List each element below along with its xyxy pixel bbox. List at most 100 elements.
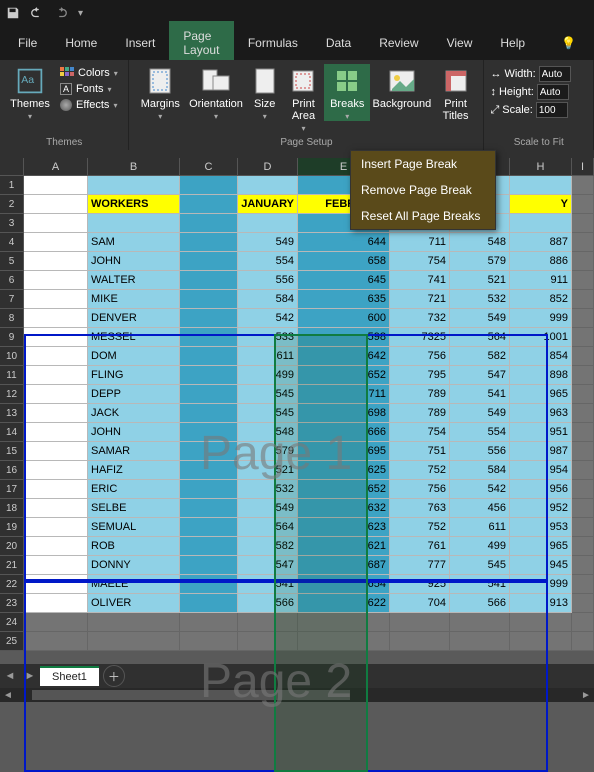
background-button[interactable]: Background [370, 64, 434, 110]
cell[interactable] [24, 385, 88, 404]
cell[interactable] [572, 385, 594, 404]
cell[interactable]: 600 [298, 309, 390, 328]
cell[interactable]: 556 [450, 442, 510, 461]
cell[interactable] [238, 176, 298, 195]
cell[interactable]: 952 [510, 499, 572, 518]
cell[interactable]: 999 [510, 309, 572, 328]
cell[interactable]: WALTER [88, 271, 180, 290]
cell[interactable]: 752 [390, 518, 450, 537]
column-header[interactable]: A [24, 158, 88, 176]
cell[interactable]: Y [510, 195, 572, 214]
cell[interactable] [24, 252, 88, 271]
cell[interactable]: 644 [298, 233, 390, 252]
redo-icon[interactable] [54, 6, 68, 20]
row-header[interactable]: 8 [0, 309, 24, 328]
cell[interactable] [298, 613, 390, 632]
cell[interactable]: 698 [298, 404, 390, 423]
cell[interactable]: 611 [238, 347, 298, 366]
cell[interactable]: 721 [390, 290, 450, 309]
cell[interactable] [180, 195, 238, 214]
cell[interactable] [24, 195, 88, 214]
cell[interactable]: 642 [298, 347, 390, 366]
row-header[interactable]: 1 [0, 176, 24, 195]
cell[interactable] [24, 518, 88, 537]
cell[interactable]: 623 [298, 518, 390, 537]
tell-me-icon[interactable]: 💡 [547, 28, 590, 58]
cell[interactable]: 898 [510, 366, 572, 385]
cell[interactable]: 965 [510, 385, 572, 404]
cell[interactable] [88, 632, 180, 651]
cell[interactable]: 789 [390, 385, 450, 404]
cell[interactable]: 987 [510, 442, 572, 461]
cell[interactable]: 622 [298, 594, 390, 613]
menu-item-home[interactable]: Home [51, 28, 111, 58]
menu-item-insert[interactable]: Insert [111, 28, 169, 58]
cell[interactable] [572, 309, 594, 328]
cell[interactable] [238, 613, 298, 632]
cell[interactable] [510, 176, 572, 195]
cell[interactable]: 556 [238, 271, 298, 290]
cell[interactable]: 911 [510, 271, 572, 290]
cell[interactable]: 566 [238, 594, 298, 613]
row-header[interactable]: 3 [0, 214, 24, 233]
cell[interactable] [24, 442, 88, 461]
cell[interactable] [572, 613, 594, 632]
row-header[interactable]: 23 [0, 594, 24, 613]
cell[interactable]: 711 [298, 385, 390, 404]
cell[interactable] [180, 252, 238, 271]
cell[interactable]: 789 [390, 404, 450, 423]
menu-item-help[interactable]: Help [486, 28, 539, 58]
menu-item-review[interactable]: Review [365, 28, 432, 58]
cell[interactable]: ERIC [88, 480, 180, 499]
cell[interactable] [450, 613, 510, 632]
cell[interactable] [572, 195, 594, 214]
cell[interactable] [24, 404, 88, 423]
cell[interactable] [24, 575, 88, 594]
row-header[interactable]: 12 [0, 385, 24, 404]
cell[interactable] [572, 632, 594, 651]
fonts-button[interactable]: A Fonts▾ [58, 82, 120, 96]
cell[interactable]: 704 [390, 594, 450, 613]
customize-qat-icon[interactable]: ▾ [78, 8, 83, 19]
cell[interactable]: 1001 [510, 328, 572, 347]
cell[interactable] [390, 632, 450, 651]
cell[interactable] [180, 290, 238, 309]
cell[interactable]: 756 [390, 480, 450, 499]
cell[interactable]: 582 [238, 537, 298, 556]
cell[interactable]: 635 [298, 290, 390, 309]
row-header[interactable]: 22 [0, 575, 24, 594]
cell[interactable]: 752 [390, 461, 450, 480]
cell[interactable]: 545 [450, 556, 510, 575]
row-header[interactable]: 7 [0, 290, 24, 309]
row-header[interactable]: 6 [0, 271, 24, 290]
width-input[interactable] [539, 66, 571, 82]
column-header[interactable]: C [180, 158, 238, 176]
cell[interactable]: MIKE [88, 290, 180, 309]
cell[interactable] [572, 252, 594, 271]
cell[interactable] [572, 575, 594, 594]
cell[interactable]: 541 [238, 575, 298, 594]
cell[interactable] [24, 233, 88, 252]
cell[interactable]: 953 [510, 518, 572, 537]
cell[interactable]: DOM [88, 347, 180, 366]
cell[interactable] [180, 214, 238, 233]
cell[interactable]: 754 [390, 252, 450, 271]
cell[interactable]: 652 [298, 366, 390, 385]
cell[interactable]: 548 [450, 233, 510, 252]
cell[interactable]: 652 [298, 480, 390, 499]
print-area-button[interactable]: Print Area▾ [283, 64, 325, 133]
cell[interactable]: 584 [238, 290, 298, 309]
cell[interactable]: 533 [238, 328, 298, 347]
cell[interactable] [180, 537, 238, 556]
cell[interactable] [572, 404, 594, 423]
cell[interactable]: 456 [450, 499, 510, 518]
cell[interactable]: 549 [450, 404, 510, 423]
cell[interactable] [572, 594, 594, 613]
cell[interactable] [24, 309, 88, 328]
cell[interactable]: DENVER [88, 309, 180, 328]
cell[interactable]: HAFIZ [88, 461, 180, 480]
cell[interactable]: 751 [390, 442, 450, 461]
cell[interactable] [572, 556, 594, 575]
cell[interactable] [180, 442, 238, 461]
cell[interactable]: 886 [510, 252, 572, 271]
